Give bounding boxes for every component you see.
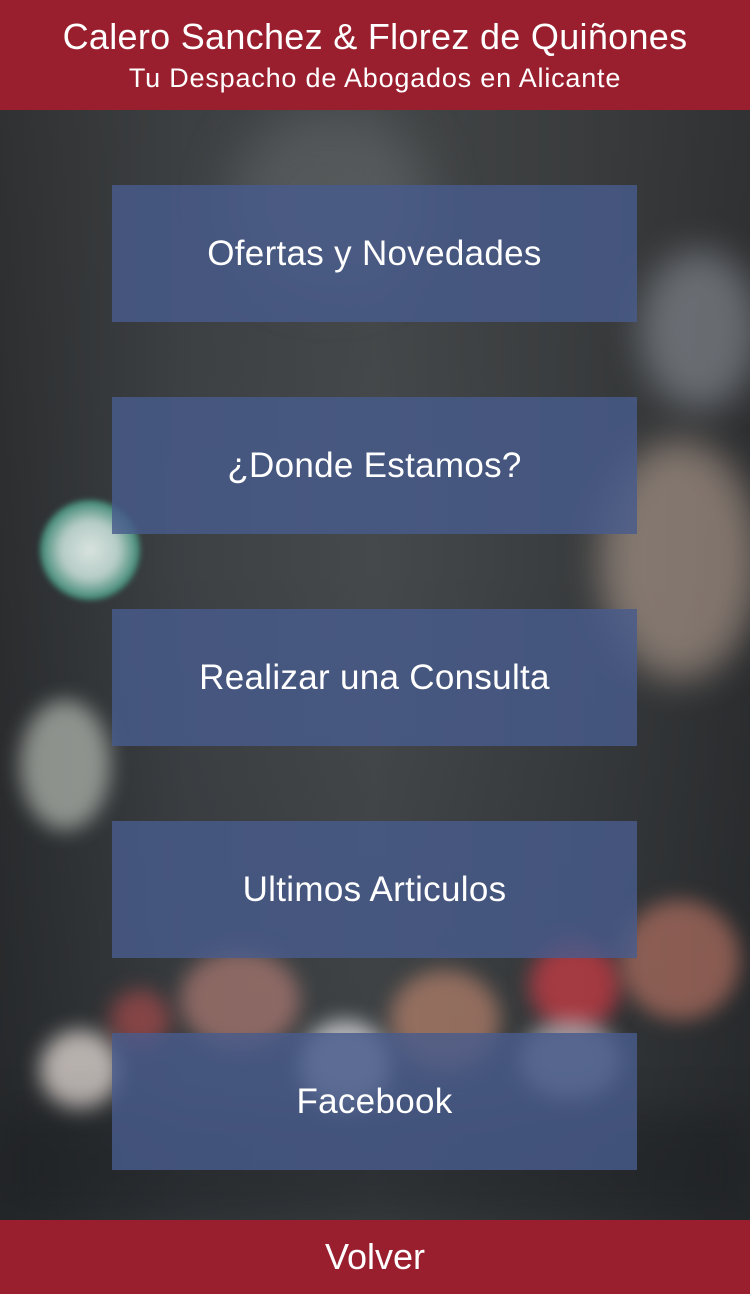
back-button[interactable]: Volver xyxy=(0,1220,750,1294)
donde-estamos-button[interactable]: ¿Donde Estamos? xyxy=(112,397,637,534)
ofertas-novedades-button[interactable]: Ofertas y Novedades xyxy=(112,185,637,322)
app-header: Calero Sanchez & Florez de Quiñones Tu D… xyxy=(0,0,750,110)
page-title: Calero Sanchez & Florez de Quiñones xyxy=(62,16,688,57)
ultimos-articulos-button[interactable]: Ultimos Articulos xyxy=(112,821,637,958)
realizar-consulta-button[interactable]: Realizar una Consulta xyxy=(112,609,637,746)
page-subtitle: Tu Despacho de Abogados en Alicante xyxy=(128,63,622,93)
facebook-button[interactable]: Facebook xyxy=(112,1033,637,1170)
